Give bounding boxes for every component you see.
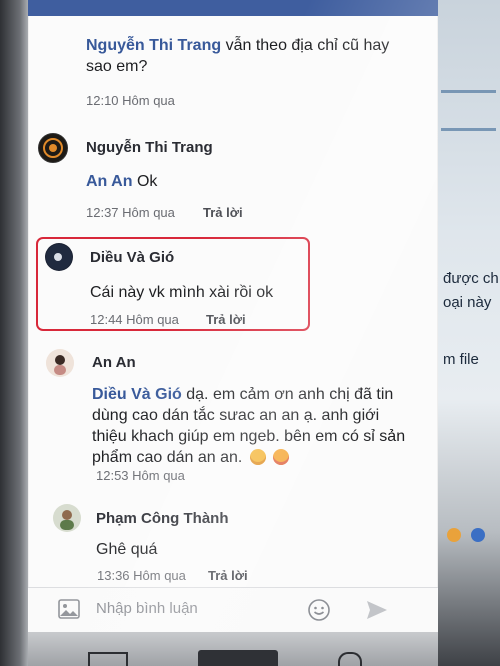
highlight-annotation bbox=[36, 237, 310, 331]
phone-bottom-bezel bbox=[28, 632, 438, 666]
comment-composer: Nhập bình luận bbox=[28, 587, 438, 632]
mention-link[interactable]: An An bbox=[86, 173, 133, 190]
monitor-text: m file bbox=[443, 351, 479, 368]
smiley-icon[interactable] bbox=[307, 598, 331, 622]
comment-time: 12:53 Hôm qua bbox=[96, 468, 185, 483]
comment-text: An An Ok bbox=[86, 171, 157, 192]
reply-button[interactable]: Trả lời bbox=[208, 568, 248, 583]
comment-body-line: dạ. em cảm ơn anh chị đã tin bbox=[186, 386, 394, 403]
reply-button[interactable]: Trả lời bbox=[203, 205, 243, 220]
comment-text: Nguyễn Thi Trang vẫn theo địa chỉ cũ hay… bbox=[86, 35, 416, 77]
monitor-bar bbox=[441, 90, 496, 93]
comment-text: Diều Và Gió dạ. em cảm ơn anh chị đã tin… bbox=[92, 384, 412, 468]
taskbar-icon bbox=[447, 528, 461, 542]
home-button[interactable] bbox=[198, 650, 278, 666]
grinning-emoji-icon bbox=[249, 449, 266, 465]
comment-body: Ok bbox=[136, 173, 158, 190]
comment-body-line: thiệu khach giúp em ngeb. bên em có sỉ s… bbox=[92, 428, 406, 445]
avatar[interactable] bbox=[53, 504, 81, 532]
taskbar-icon bbox=[471, 528, 485, 542]
avatar-photo-icon bbox=[46, 349, 74, 377]
monitor-bar bbox=[441, 128, 496, 131]
recent-apps-icon[interactable] bbox=[88, 652, 128, 666]
image-icon[interactable] bbox=[58, 599, 80, 619]
comment-time: 13:36 Hôm qua bbox=[97, 568, 186, 583]
avatar-photo-icon bbox=[53, 504, 81, 532]
comment-time: 12:10 Hôm qua bbox=[86, 93, 175, 108]
phone-screen: Nguyễn Thi Trang vẫn theo địa chỉ cũ hay… bbox=[28, 0, 438, 632]
comment-input[interactable]: Nhập bình luận bbox=[96, 600, 198, 617]
avatar[interactable] bbox=[38, 133, 68, 163]
avatar[interactable] bbox=[46, 349, 74, 377]
comment-body-line: dùng cao dán tắc sưac an an ạ. anh giới bbox=[92, 407, 380, 424]
comment-author[interactable]: An An bbox=[92, 354, 136, 371]
comment-body-line: phẩm cao dán an an. bbox=[92, 449, 243, 466]
status-bar bbox=[28, 0, 438, 16]
comment-author[interactable]: Phạm Công Thành bbox=[96, 510, 229, 527]
comment-time: 12:37 Hôm qua bbox=[86, 205, 175, 220]
monitor-text: oại này bbox=[443, 294, 492, 311]
author-mention[interactable]: Nguyễn Thi Trang bbox=[86, 37, 221, 54]
avatar-emblem-icon bbox=[43, 138, 63, 158]
monitor-text: được ch bbox=[443, 270, 499, 287]
background-monitor: được ch oại này m file bbox=[437, 0, 500, 666]
send-icon[interactable] bbox=[366, 600, 388, 620]
back-icon[interactable] bbox=[338, 652, 362, 666]
mention-link[interactable]: Diều Và Gió bbox=[92, 386, 182, 403]
comment-author[interactable]: Nguyễn Thi Trang bbox=[86, 139, 213, 156]
kiss-emoji-icon bbox=[273, 449, 290, 465]
comment-body: Ghê quá bbox=[96, 541, 158, 558]
